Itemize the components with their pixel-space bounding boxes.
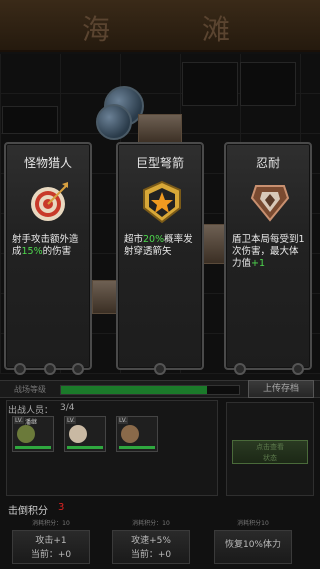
upgrade-cost: 消耗积分：10: [132, 520, 170, 527]
card-corner-dot: [44, 363, 56, 375]
skill-card-monster-hunter[interactable]: 怪物猎人 射手攻击额外造成15%的伤害: [4, 142, 92, 375]
team-member-slot[interactable]: LV. 潘继: [12, 416, 54, 452]
card-corner-dot: [234, 363, 246, 375]
level-title-banner: 海 滩: [0, 0, 320, 52]
card-corner-dot: [72, 363, 84, 375]
member-level: LV.: [14, 417, 24, 424]
shield-icon: [250, 185, 290, 222]
hero-portrait[interactable]: [138, 114, 182, 144]
title-char-right: 滩: [202, 13, 233, 46]
battle-progress-bar: [60, 385, 240, 395]
team-member-slot[interactable]: LV.: [64, 416, 106, 452]
upgrade-current: 当前：+0: [30, 550, 72, 560]
upgrade-label: 攻击+1: [35, 536, 67, 546]
upgrade-cost: 消耗积分10: [237, 520, 269, 527]
upgrade-heal-button[interactable]: 恢复10%体力: [214, 530, 292, 564]
member-level: LV.: [66, 417, 76, 424]
status-label: 战场等级: [14, 385, 46, 394]
skill-card-giant-bolt[interactable]: 巨型弩箭 超市20%概率发射穿透箭矢: [116, 142, 204, 375]
member-avatar: [121, 425, 139, 443]
star-shield-icon: [143, 180, 181, 224]
view-status-button[interactable]: 点击查看 状态: [232, 440, 308, 464]
card-description: 超市20%概率发射穿透箭矢: [124, 234, 193, 257]
member-hp-bar: [67, 446, 103, 449]
board-tile: [182, 62, 238, 106]
member-avatar: [17, 425, 35, 443]
title-char-left: 海: [82, 13, 113, 46]
card-title: 巨型弩箭: [135, 156, 184, 170]
upload-save-button[interactable]: 上传存档: [248, 380, 314, 398]
board-tile: [240, 62, 296, 106]
card-corner-dot: [292, 363, 304, 375]
upgrade-attack-button[interactable]: 攻击+1 当前：+0: [12, 530, 90, 564]
member-avatar: [69, 425, 87, 443]
card-corner-dot: [14, 363, 26, 375]
member-hp-bar: [119, 446, 155, 449]
knockdown-score-label: 击倒积分: [8, 506, 48, 517]
upgrade-attack-speed-button[interactable]: 攻速+5% 当前：+0: [112, 530, 190, 564]
target-icon: [31, 182, 68, 221]
team-count: 3/4: [60, 403, 75, 413]
hero-portrait[interactable]: [92, 280, 118, 314]
upgrade-cost: 消耗积分：10: [32, 520, 70, 527]
card-description: 盾卫本局每受到1次伤害，最大体力值+1: [232, 234, 305, 269]
member-hp-bar: [15, 446, 51, 449]
upgrade-current: 当前：+0: [130, 550, 172, 560]
card-description: 射手攻击额外造成15%的伤害: [12, 234, 79, 257]
card-title: 怪物猎人: [23, 156, 72, 170]
enemy-orb-icon[interactable]: [96, 104, 132, 140]
skill-card-endurance[interactable]: 忍耐 盾卫本局每受到1次伤害，最大体力值+1: [224, 142, 312, 375]
upgrade-label: 攻速+5%: [131, 536, 171, 546]
knockdown-score-value: 3: [58, 502, 65, 513]
team-member-slot[interactable]: LV.: [116, 416, 158, 452]
member-level: LV.: [118, 417, 128, 424]
team-label: 出战人员：: [8, 406, 54, 416]
card-title: 忍耐: [255, 156, 280, 170]
board-tile: [2, 106, 58, 134]
battle-progress-fill: [61, 386, 207, 394]
upgrade-label: 恢复10%体力: [224, 540, 281, 550]
card-corner-dot: [154, 363, 166, 375]
